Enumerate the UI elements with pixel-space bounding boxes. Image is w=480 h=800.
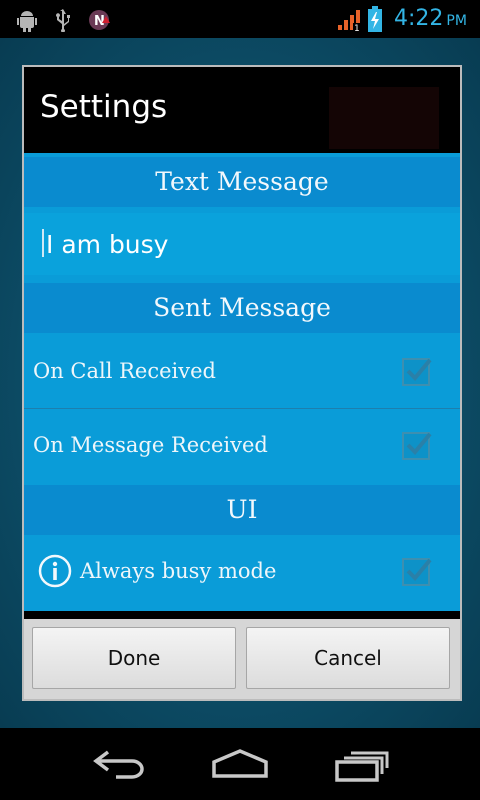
dialog-title: Settings [40, 89, 168, 125]
pref-always-busy-mode[interactable]: Always busy mode [24, 539, 460, 607]
divider [24, 408, 460, 409]
pref-label: Always busy mode [80, 559, 277, 583]
dialog-button-bar: Done Cancel [24, 619, 460, 699]
usb-icon [56, 9, 70, 32]
cancel-button[interactable]: Cancel [246, 627, 450, 689]
check-icon [406, 558, 432, 581]
recent-apps-icon[interactable] [334, 748, 390, 782]
info-icon [38, 554, 72, 588]
check-icon [406, 432, 432, 455]
background-ghost [329, 87, 439, 149]
android-debug-icon [17, 11, 37, 32]
on-message-received-checkbox[interactable] [402, 432, 432, 460]
settings-dialog: Settings Text Message I am busy Sent Mes… [22, 65, 462, 701]
section-header-sent-message: Sent Message [24, 283, 460, 333]
always-busy-mode-checkbox[interactable] [402, 558, 432, 586]
dialog-divider-strip [24, 611, 460, 619]
notification-n-icon: N [89, 10, 110, 30]
section-header-ui: UI [24, 485, 460, 535]
on-call-received-checkbox[interactable] [402, 358, 432, 386]
pref-on-call-received[interactable]: On Call Received [24, 339, 460, 407]
section-header-text-message: Text Message [24, 157, 460, 207]
status-time: 4:22 PM [394, 6, 467, 31]
status-bar: N 1 4:22 PM [0, 0, 480, 38]
navigation-bar [0, 728, 480, 800]
pref-label: On Call Received [33, 359, 216, 383]
battery-charging-icon [368, 6, 382, 32]
pref-on-message-received[interactable]: On Message Received [24, 413, 460, 481]
check-icon [406, 358, 432, 381]
status-ampm: PM [446, 13, 467, 29]
done-button[interactable]: Done [32, 627, 236, 689]
dialog-title-bar: Settings [24, 67, 460, 151]
text-message-value: I am busy [42, 229, 168, 259]
signal-icon: 1 [338, 10, 362, 32]
text-message-input[interactable]: I am busy [24, 213, 460, 275]
pref-label: On Message Received [33, 433, 268, 457]
back-icon[interactable] [92, 748, 148, 780]
settings-list[interactable]: Text Message I am busy Sent Message On C… [24, 153, 460, 611]
text-cursor [42, 229, 44, 257]
svg-text:1: 1 [354, 24, 360, 32]
home-icon[interactable] [210, 748, 270, 780]
